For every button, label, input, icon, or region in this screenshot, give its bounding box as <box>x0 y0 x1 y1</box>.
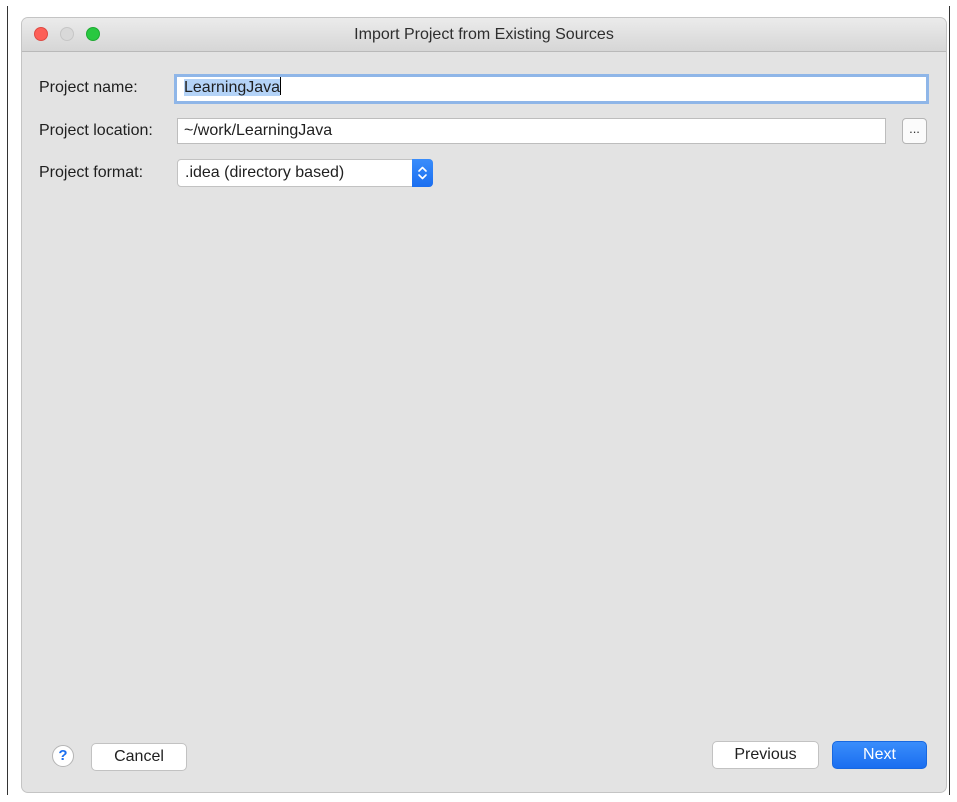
project-format-value: .idea (directory based) <box>185 164 345 181</box>
window-title: Import Project from Existing Sources <box>354 26 614 43</box>
dialog-window: Import Project from Existing Sources Pro… <box>22 18 946 792</box>
project-name-input[interactable]: LearningJava <box>174 74 929 104</box>
project-format-select[interactable]: .idea (directory based) <box>177 159 433 187</box>
text-caret <box>280 77 282 95</box>
project-name-value: LearningJava <box>184 79 281 96</box>
select-arrows-icon <box>412 159 433 187</box>
help-button[interactable]: ? <box>52 745 74 767</box>
project-location-input[interactable]: ~/work/LearningJava <box>177 118 886 144</box>
project-location-label: Project location: <box>39 122 153 139</box>
browse-location-button[interactable]: ... <box>902 118 927 144</box>
next-button[interactable]: Next <box>832 741 927 769</box>
project-format-label: Project format: <box>39 164 144 181</box>
cancel-button[interactable]: Cancel <box>91 743 187 771</box>
project-name-label: Project name: <box>39 79 138 96</box>
previous-button[interactable]: Previous <box>712 741 819 769</box>
title-bar: Import Project from Existing Sources <box>22 18 946 52</box>
